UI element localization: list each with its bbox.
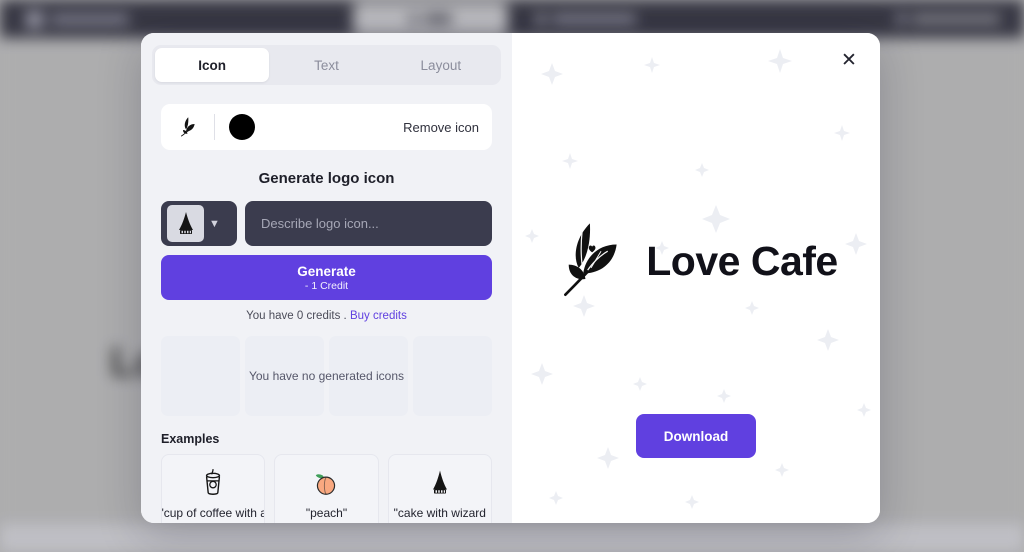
wizard-cake-icon	[167, 205, 204, 242]
peach-icon	[312, 466, 340, 500]
wizard-cake-icon	[428, 466, 452, 500]
buy-credits-link[interactable]: Buy credits	[350, 310, 407, 322]
leaf-icon	[554, 220, 628, 303]
generated-icon-placeholder	[161, 336, 240, 416]
credits-line: You have 0 credits . Buy credits	[161, 310, 492, 322]
example-caption: "cup of coffee with a	[161, 506, 266, 520]
example-card-peach[interactable]: "peach"	[274, 454, 379, 523]
icon-color-swatch[interactable]	[229, 114, 255, 140]
generated-icon-placeholder	[245, 336, 324, 416]
examples-title: Examples	[161, 432, 220, 446]
download-button[interactable]: Download	[636, 414, 756, 458]
generate-section-title: Generate logo icon	[258, 170, 395, 187]
icon-tab-panel: Remove icon Generate logo icon ▼ Describ…	[152, 95, 501, 523]
chevron-down-icon: ▼	[209, 217, 220, 230]
current-icon-row: Remove icon	[161, 104, 492, 150]
logo-preview-panel: ✕ Love Cafe Download	[512, 33, 880, 523]
editor-tabs: Icon Text Layout	[152, 45, 501, 85]
example-card-wizard-cake[interactable]: "cake with wizard	[387, 454, 492, 523]
logo-editor-modal: Icon Text Layout Remove icon Generate lo…	[141, 33, 880, 523]
examples-grid: "cup of coffee with a "peach" "cake with…	[161, 454, 492, 523]
tab-icon-label: Icon	[198, 57, 227, 73]
remove-icon-button[interactable]: Remove icon	[403, 120, 479, 135]
example-caption: "peach"	[305, 506, 348, 520]
editor-left-panel: Icon Text Layout Remove icon Generate lo…	[141, 33, 512, 523]
coffee-cup-icon	[200, 466, 226, 500]
logo-preview: Love Cafe	[554, 220, 838, 303]
app-root: Love Cafe	[0, 0, 1024, 552]
tab-layout-label: Layout	[420, 57, 462, 73]
generate-button[interactable]: Generate - 1 Credit	[161, 255, 492, 300]
leaf-icon[interactable]	[174, 112, 204, 142]
credits-count-text: You have 0 credits .	[246, 310, 347, 322]
icon-prompt-input[interactable]	[245, 201, 492, 246]
tab-layout[interactable]: Layout	[384, 48, 498, 82]
generate-button-cost: - 1 Credit	[304, 279, 349, 292]
prompt-row: ▼	[161, 201, 492, 246]
tab-text-label: Text	[314, 57, 339, 73]
generated-icon-placeholder	[413, 336, 492, 416]
tab-text[interactable]: Text	[269, 48, 383, 82]
generate-button-label: Generate	[297, 263, 356, 279]
divider	[214, 114, 215, 140]
tab-icon[interactable]: Icon	[155, 48, 270, 82]
generated-icon-placeholder	[329, 336, 408, 416]
close-icon[interactable]: ✕	[834, 45, 864, 75]
example-caption: "cake with wizard	[393, 506, 486, 520]
logo-preview-name: Love Cafe	[646, 237, 838, 284]
icon-style-select[interactable]: ▼	[161, 201, 237, 246]
example-card-coffee[interactable]: "cup of coffee with a	[161, 454, 266, 523]
generated-icons-grid: You have no generated icons	[161, 336, 492, 416]
close-glyph: ✕	[841, 49, 857, 71]
